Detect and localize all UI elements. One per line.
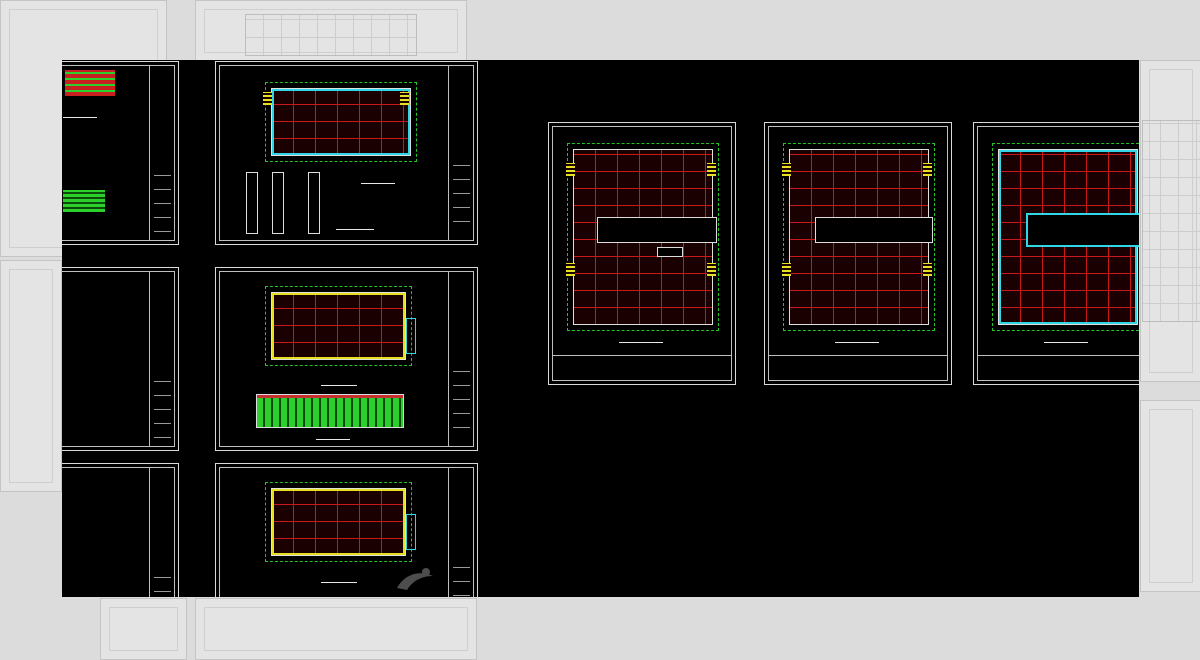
bg-sheet	[0, 260, 62, 492]
drawing-label	[63, 112, 97, 118]
drawing-label	[336, 224, 374, 230]
stair-symbol	[782, 263, 791, 276]
stair-symbol	[263, 92, 272, 105]
detail-drawing	[246, 172, 258, 234]
stair-symbol	[707, 263, 716, 276]
stair-symbol	[400, 92, 409, 105]
title-block	[149, 271, 175, 447]
brand-watermark-icon	[397, 568, 433, 590]
stair-symbol	[707, 163, 716, 176]
detail-drawing	[272, 172, 284, 234]
stair-symbol	[782, 163, 791, 176]
bg-sheet	[100, 598, 187, 660]
elevation-section-green	[63, 190, 105, 212]
title-block	[977, 355, 1139, 381]
stair-detail	[406, 514, 416, 550]
sheet-left-middle[interactable]	[62, 267, 179, 451]
sheet-column2-middle[interactable]	[215, 267, 478, 451]
title-block	[448, 65, 474, 241]
floor-plan-grid	[265, 482, 412, 562]
floor-plan-grid	[265, 82, 417, 162]
sheet-column2-top[interactable]	[215, 61, 478, 245]
sheet-plan-roof[interactable]	[973, 122, 1139, 385]
drawing-label	[835, 337, 879, 343]
bg-sheet	[195, 598, 477, 660]
drawing-label	[321, 380, 357, 386]
entrance-block	[657, 247, 683, 257]
drawing-label	[316, 434, 350, 440]
stair-symbol	[923, 263, 932, 276]
stair-symbol	[566, 263, 575, 276]
detail-drawing	[308, 172, 320, 234]
sheet-plan-first-floor[interactable]	[548, 122, 736, 385]
title-block	[448, 467, 474, 597]
building-elevation	[256, 394, 404, 428]
stair-detail	[406, 318, 416, 354]
bg-plan	[1142, 120, 1200, 322]
floor-plan-grid	[265, 286, 412, 366]
cad-drawing-canvas[interactable]	[62, 60, 1139, 597]
central-corridor	[815, 217, 933, 243]
drawing-label	[619, 337, 663, 343]
title-block	[149, 467, 175, 597]
title-block	[768, 355, 948, 381]
sheet-plan-second-third-floor[interactable]	[764, 122, 952, 385]
elevation-section-red	[65, 70, 115, 96]
bg-plan	[245, 14, 417, 56]
exterior-wall	[272, 489, 405, 555]
drawing-label	[1044, 337, 1088, 343]
central-corridor	[597, 217, 717, 243]
roof-light-well	[1026, 213, 1139, 247]
title-block	[552, 355, 732, 381]
elevation-roof-line	[257, 395, 403, 398]
title-block	[448, 271, 474, 447]
sheet-left-bottom[interactable]	[62, 463, 179, 597]
drawing-label	[321, 577, 357, 583]
stair-symbol	[923, 163, 932, 176]
exterior-wall	[272, 293, 405, 359]
stair-symbol	[566, 163, 575, 176]
sheet-left-top[interactable]	[62, 61, 179, 245]
drawing-label	[361, 178, 395, 184]
exterior-wall	[272, 89, 410, 155]
title-block	[149, 65, 175, 241]
bg-sheet	[1140, 400, 1200, 592]
